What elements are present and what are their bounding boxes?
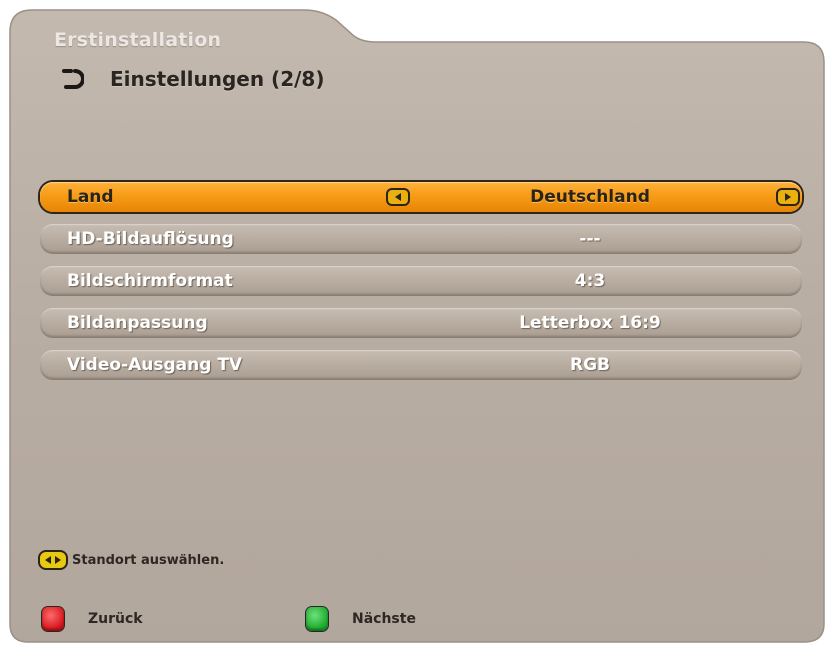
setting-label: Bildanpassung <box>67 313 208 333</box>
settings-list: Land Deutschland HD-Bildauflösung --- Bi… <box>40 182 802 392</box>
setting-value: RGB <box>569 355 610 375</box>
setting-row-land[interactable]: Land Deutschland <box>40 182 802 212</box>
setting-label: HD-Bildauflösung <box>67 229 234 249</box>
setting-value: 4:3 <box>574 271 606 291</box>
left-right-key-icon <box>38 550 68 570</box>
arrow-right-icon[interactable] <box>776 188 800 206</box>
page-header: Einstellungen (2/8) <box>60 62 324 96</box>
green-key-icon <box>306 607 328 631</box>
setting-row-video-output[interactable]: Video-Ausgang TV RGB <box>40 350 802 380</box>
setting-label: Video-Ausgang TV <box>67 355 243 375</box>
setting-label: Bildschirmformat <box>67 271 233 291</box>
page-title: Einstellungen (2/8) <box>110 67 325 91</box>
back-label: Zurück <box>88 611 143 627</box>
red-key-icon <box>42 607 64 631</box>
back-arrow-icon[interactable] <box>60 67 84 91</box>
help-hint: Standort auswählen. <box>38 549 224 571</box>
setting-row-hd-resolution[interactable]: HD-Bildauflösung --- <box>40 224 802 254</box>
next-button[interactable]: Nächste <box>306 606 416 632</box>
next-label: Nächste <box>352 611 416 627</box>
arrow-left-icon[interactable] <box>386 188 410 206</box>
setting-label: Land <box>67 187 114 207</box>
setting-value: Letterbox 16:9 <box>519 313 661 333</box>
setting-row-picture-adjust[interactable]: Bildanpassung Letterbox 16:9 <box>40 308 802 338</box>
setting-value: Deutschland <box>530 187 650 207</box>
back-button[interactable]: Zurück <box>42 606 143 632</box>
setting-value: --- <box>579 229 601 249</box>
setting-row-screen-format[interactable]: Bildschirmformat 4:3 <box>40 266 802 296</box>
tab-title: Erstinstallation <box>54 29 222 51</box>
hint-text: Standort auswählen. <box>72 552 225 568</box>
